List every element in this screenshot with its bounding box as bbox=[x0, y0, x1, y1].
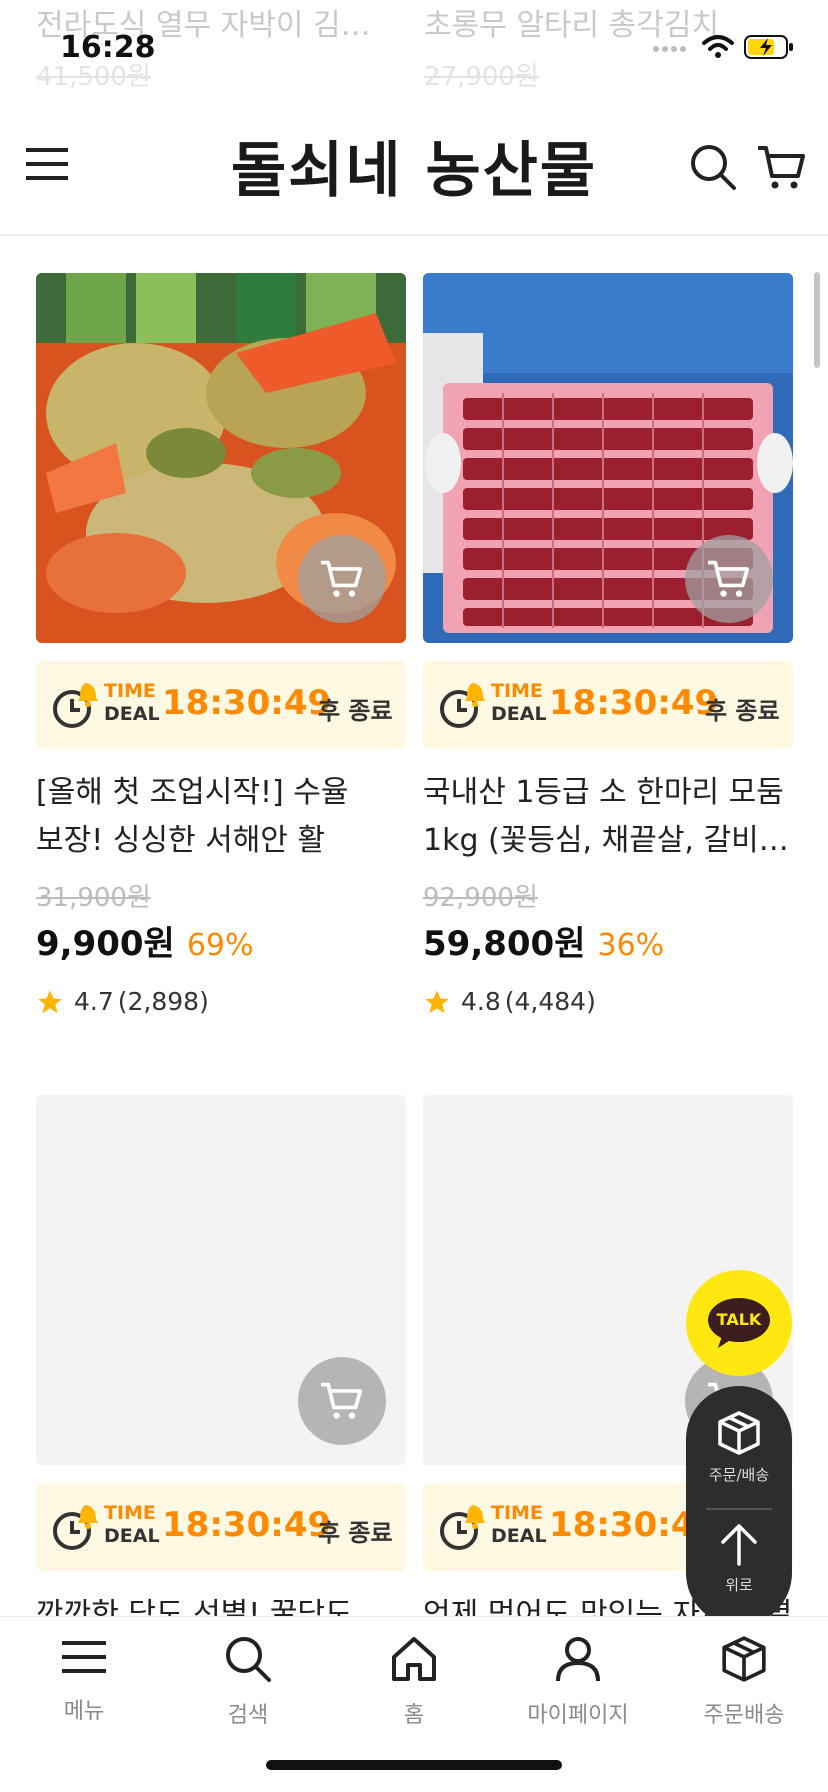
discount-rate: 36% bbox=[597, 928, 665, 963]
home-indicator[interactable] bbox=[266, 1760, 562, 1770]
rating-score: 4.7 bbox=[74, 987, 114, 1016]
review-count: (2,898) bbox=[117, 987, 209, 1016]
cart-icon bbox=[321, 1382, 363, 1419]
nav-label: 메뉴 bbox=[63, 1699, 105, 1724]
star-icon bbox=[425, 989, 449, 1013]
nav-item-mypage[interactable]: 마이페이지 bbox=[508, 1635, 648, 1729]
product-name[interactable]: [올해 첫 조업시작!] 수율 보장! 싱싱한 서해안 활 숫꽃… bbox=[36, 769, 406, 865]
add-to-cart-button[interactable] bbox=[685, 535, 773, 623]
price-row: 59,800원 36% bbox=[423, 916, 793, 965]
rating-score: 4.8 bbox=[461, 987, 501, 1016]
nav-label: 마이페이지 bbox=[527, 1703, 629, 1728]
deal-deal-word: DEAL bbox=[491, 1525, 547, 1547]
original-price: 92,900원 bbox=[423, 883, 538, 913]
product-name[interactable]: 국내산 1등급 소 한마리 모둠 1kg (꽃등심, 채끝살, 갈비… bbox=[423, 769, 793, 865]
deal-suffix: 후 종료 bbox=[318, 1519, 393, 1547]
signal-icon bbox=[653, 46, 686, 52]
time-deal-banner: TIME DEAL 18:30:49 후 종료 bbox=[36, 661, 406, 749]
battery-charging-icon bbox=[744, 35, 793, 59]
wifi-icon bbox=[702, 35, 734, 58]
search-icon bbox=[226, 1637, 271, 1682]
product-image-placeholder[interactable] bbox=[36, 1095, 406, 1465]
search-icon bbox=[691, 145, 736, 190]
status-icons bbox=[652, 34, 794, 60]
order-delivery-label: 주문/배송 bbox=[708, 1466, 770, 1484]
order-delivery-floating-button[interactable]: 주문/배송 bbox=[686, 1410, 792, 1485]
divider bbox=[706, 1508, 772, 1510]
cart-icon bbox=[758, 146, 805, 189]
scroll-top-label: 위로 bbox=[725, 1576, 753, 1594]
star-icon bbox=[38, 989, 62, 1013]
alarm-clock-icon bbox=[440, 683, 485, 728]
deal-countdown: 18:30:49 bbox=[162, 683, 332, 723]
talk-label: TALK bbox=[716, 1310, 762, 1329]
box-icon bbox=[722, 1636, 766, 1682]
product-card[interactable]: TIME DEAL 18:30:49 후 종료 깐깐한 당도 선별! 꿀당도 제… bbox=[36, 1095, 406, 1616]
sale-price: 9,900원 bbox=[36, 924, 175, 964]
product-name[interactable]: 깐깐한 당도 선별! 꿀당도 제철 햇 홍로사과 정품 bbox=[36, 1591, 406, 1616]
deal-countdown: 18:30:49 bbox=[162, 1505, 332, 1545]
scroll-top-button[interactable]: 위로 bbox=[686, 1522, 792, 1595]
user-icon bbox=[556, 1637, 600, 1682]
product-card[interactable]: TIME DEAL 18:30:49 후 종료 [올해 첫 조업시작!] 수율 … bbox=[36, 273, 406, 1016]
sale-price: 59,800원 bbox=[423, 924, 586, 964]
floating-action-panel: 주문/배송 위로 bbox=[686, 1386, 792, 1626]
alarm-clock-icon bbox=[53, 1505, 98, 1550]
original-price: 31,900원 bbox=[36, 883, 151, 913]
product-image-beef[interactable] bbox=[423, 273, 793, 643]
nav-label: 주문배송 bbox=[703, 1703, 785, 1728]
alarm-clock-icon bbox=[440, 1505, 485, 1550]
price-row: 9,900원 69% bbox=[36, 916, 406, 965]
add-to-cart-button[interactable] bbox=[298, 535, 386, 623]
deal-suffix: 후 종료 bbox=[318, 697, 393, 725]
deal-time-word: TIME bbox=[491, 680, 543, 702]
kakao-talk-button[interactable]: TALK bbox=[686, 1270, 792, 1376]
scrollbar[interactable] bbox=[814, 272, 820, 368]
menu-icon bbox=[62, 1641, 106, 1673]
alarm-clock-icon bbox=[53, 683, 98, 728]
search-button[interactable] bbox=[688, 142, 738, 192]
deal-countdown: 18:30:49 bbox=[549, 683, 719, 723]
app-header: 돌쇠네 농산물 bbox=[0, 100, 828, 236]
review-count: (4,484) bbox=[504, 987, 596, 1016]
product-card[interactable]: TIME DEAL 18:30:49 후 종료 국내산 1등급 소 한마리 모둠… bbox=[423, 273, 793, 1016]
home-icon bbox=[392, 1637, 436, 1681]
deal-deal-word: DEAL bbox=[491, 703, 547, 725]
deal-time-word: TIME bbox=[491, 1502, 543, 1524]
product-image-crab[interactable] bbox=[36, 273, 406, 643]
time-deal-banner: TIME DEAL 18:30:49 후 종료 bbox=[36, 1483, 406, 1571]
deal-suffix: 후 종료 bbox=[705, 697, 780, 725]
arrow-up-icon bbox=[721, 1524, 757, 1566]
nav-item-menu[interactable]: 메뉴 bbox=[14, 1635, 154, 1725]
add-to-cart-button[interactable] bbox=[298, 1357, 386, 1445]
status-bar: 16:28 bbox=[0, 0, 828, 100]
deal-time-word: TIME bbox=[104, 680, 156, 702]
time-deal-banner: TIME DEAL 18:30:49 후 종료 bbox=[423, 661, 793, 749]
discount-rate: 69% bbox=[186, 928, 254, 963]
deal-deal-word: DEAL bbox=[104, 703, 160, 725]
nav-item-home[interactable]: 홈 bbox=[344, 1635, 484, 1729]
status-time: 16:28 bbox=[60, 30, 156, 65]
nav-label: 검색 bbox=[227, 1703, 269, 1728]
rating: 4.7 (2,898) bbox=[36, 987, 406, 1016]
deal-deal-word: DEAL bbox=[104, 1525, 160, 1547]
nav-item-orders[interactable]: 주문배송 bbox=[674, 1635, 814, 1729]
nav-item-search[interactable]: 검색 bbox=[178, 1635, 318, 1729]
deal-time-word: TIME bbox=[104, 1502, 156, 1524]
cart-icon bbox=[708, 560, 750, 597]
cart-button[interactable] bbox=[756, 142, 806, 192]
box-icon bbox=[718, 1411, 760, 1455]
cart-icon bbox=[321, 560, 363, 597]
nav-label: 홈 bbox=[403, 1703, 425, 1728]
rating: 4.8 (4,484) bbox=[423, 987, 793, 1016]
